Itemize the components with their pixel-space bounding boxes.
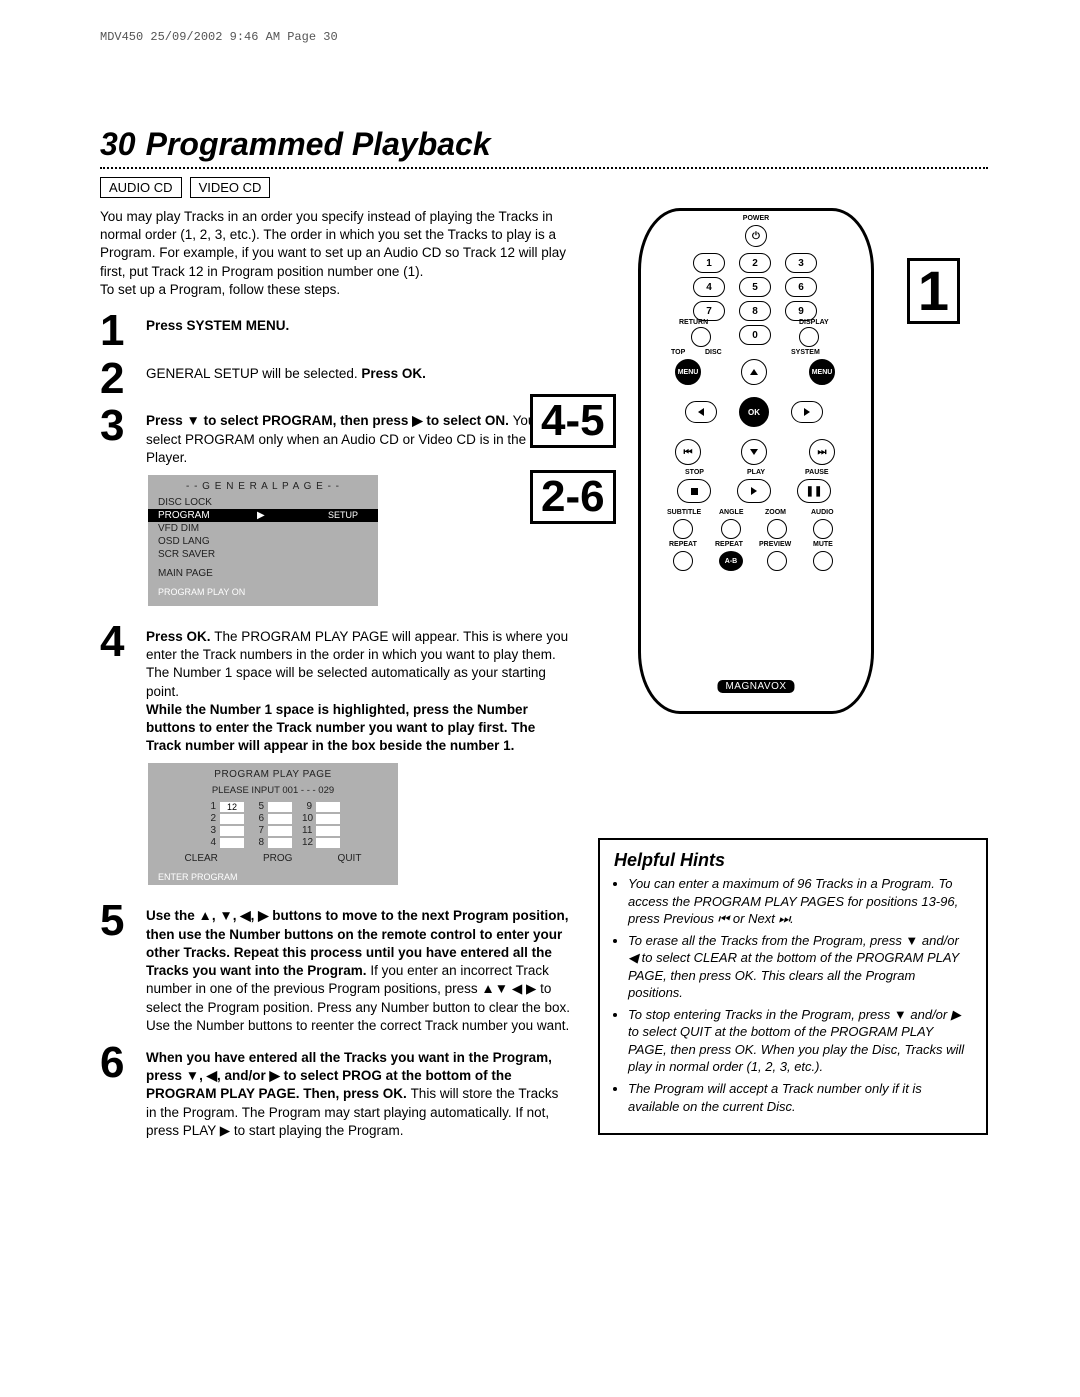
menu-button-right: MENU <box>809 359 835 385</box>
hint-item: To erase all the Tracks from the Program… <box>628 932 972 1002</box>
page-title: Programmed Playback <box>146 126 491 163</box>
callout-1: 1 <box>907 258 960 324</box>
step-1: 1 Press SYSTEM MENU. <box>100 311 570 351</box>
title-row: 30 Programmed Playback <box>100 126 988 169</box>
step-1-text: Press SYSTEM MENU. <box>146 318 289 333</box>
num-0: 0 <box>739 325 771 345</box>
osd-program-play-page: PROGRAM PLAY PAGE PLEASE INPUT 001 - - -… <box>148 763 398 885</box>
hint-item: To stop entering Tracks in the Program, … <box>628 1006 972 1076</box>
step-number: 4 <box>100 622 134 662</box>
remote-diagram: 1 4-5 2-6 POWER ⏻ 1 2 3 4 5 6 7 8 9 0 <box>638 208 874 714</box>
num-1: 1 <box>693 253 725 273</box>
step-5: 5 Use the ▲, ▼, ◀, ▶ buttons to move to … <box>100 901 570 1035</box>
step-6: 6 When you have entered all the Tracks y… <box>100 1043 570 1140</box>
disc-type-tags: AUDIO CD VIDEO CD <box>100 177 988 198</box>
right-button <box>791 401 823 423</box>
num-3: 3 <box>785 253 817 273</box>
next-button: ⏭ <box>809 439 835 465</box>
stop-button <box>677 479 711 503</box>
step-4: 4 Press OK. The PROGRAM PLAY PAGE will a… <box>100 622 570 756</box>
num-4: 4 <box>693 277 725 297</box>
step-2: 2 GENERAL SETUP will be selected. Press … <box>100 359 570 399</box>
num-9: 9 <box>785 301 817 321</box>
num-6: 6 <box>785 277 817 297</box>
brand-label: MAGNAVOX <box>717 680 794 693</box>
page-number: 30 <box>100 126 136 163</box>
osd-general-page: - - G E N E R A L P A G E - - DISC LOCK … <box>148 475 378 606</box>
ab-button: A-B <box>719 551 743 571</box>
print-header: MDV450 25/09/2002 9:46 AM Page 30 <box>100 30 988 44</box>
step-number: 2 <box>100 359 134 399</box>
pause-button: ❚❚ <box>797 479 831 503</box>
num-5: 5 <box>739 277 771 297</box>
intro-paragraph: You may play Tracks in an order you spec… <box>100 208 570 299</box>
callout-2-6: 2-6 <box>530 470 616 524</box>
hint-item: You can enter a maximum of 96 Tracks in … <box>628 875 972 928</box>
num-7: 7 <box>693 301 725 321</box>
left-button <box>685 401 717 423</box>
prev-button: ⏮ <box>675 439 701 465</box>
step-3: 3 Press ▼ to select PROGRAM, then press … <box>100 406 570 467</box>
menu-button-left: MENU <box>675 359 701 385</box>
ok-button: OK <box>739 397 769 427</box>
step-number: 3 <box>100 406 134 446</box>
up-button <box>741 359 767 385</box>
hint-item: The Program will accept a Track number o… <box>628 1080 972 1115</box>
callout-4-5: 4-5 <box>530 394 616 448</box>
num-8: 8 <box>739 301 771 321</box>
tag-audio-cd: AUDIO CD <box>100 177 182 198</box>
down-button <box>741 439 767 465</box>
step-number: 1 <box>100 311 134 351</box>
step-number: 6 <box>100 1043 134 1083</box>
step-number: 5 <box>100 901 134 941</box>
power-button: ⏻ <box>745 225 767 247</box>
play-button <box>737 479 771 503</box>
num-2: 2 <box>739 253 771 273</box>
tag-video-cd: VIDEO CD <box>190 177 271 198</box>
helpful-hints-box: Helpful Hints You can enter a maximum of… <box>598 838 988 1135</box>
hints-title: Helpful Hints <box>614 850 972 871</box>
